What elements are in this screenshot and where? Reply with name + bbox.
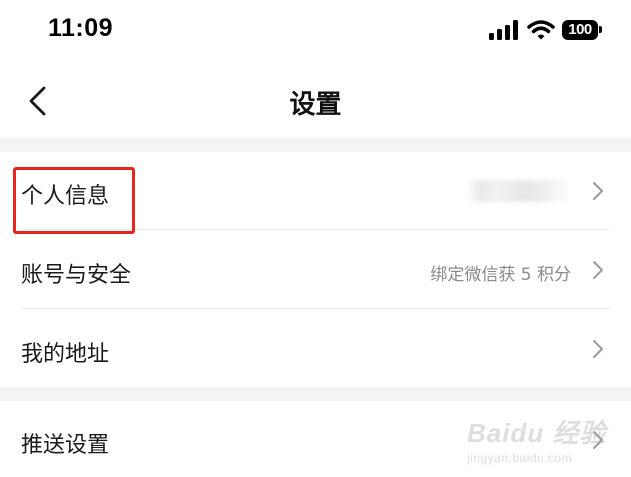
battery-level: 100	[568, 21, 592, 38]
watermark: Baidu 经验 jingyan.baidu.com	[467, 409, 607, 469]
redacted-value	[467, 180, 571, 202]
watermark-logo: Baidu 经验	[467, 418, 607, 448]
watermark-url: jingyan.baidu.com	[467, 451, 573, 465]
chevron-right-icon	[593, 182, 603, 200]
page-title: 设置	[289, 90, 342, 120]
settings-item-my-address[interactable]: 我的地址	[0, 309, 631, 387]
section-gap	[0, 387, 631, 401]
status-time: 11:09	[48, 14, 114, 42]
cellular-signal-icon	[489, 20, 518, 40]
section-gap	[0, 138, 631, 152]
status-bar: 11:09 100	[0, 0, 631, 62]
settings-item-label: 推送设置	[21, 433, 110, 458]
settings-item-label: 账号与安全	[21, 263, 132, 288]
chevron-right-icon	[593, 261, 603, 279]
battery-icon: 100	[562, 20, 598, 40]
highlight-annotation-box	[13, 167, 135, 234]
chevron-right-icon	[593, 340, 603, 358]
battery-tip	[599, 26, 602, 33]
wifi-icon	[527, 20, 555, 40]
settings-item-account-security[interactable]: 账号与安全 绑定微信获 5 积分	[0, 230, 631, 308]
wechat-bind-hint: 绑定微信获 5 积分	[430, 265, 571, 285]
nav-bar: 设置	[0, 62, 631, 138]
settings-item-label: 我的地址	[21, 342, 110, 367]
status-icons: 100	[488, 19, 603, 43]
